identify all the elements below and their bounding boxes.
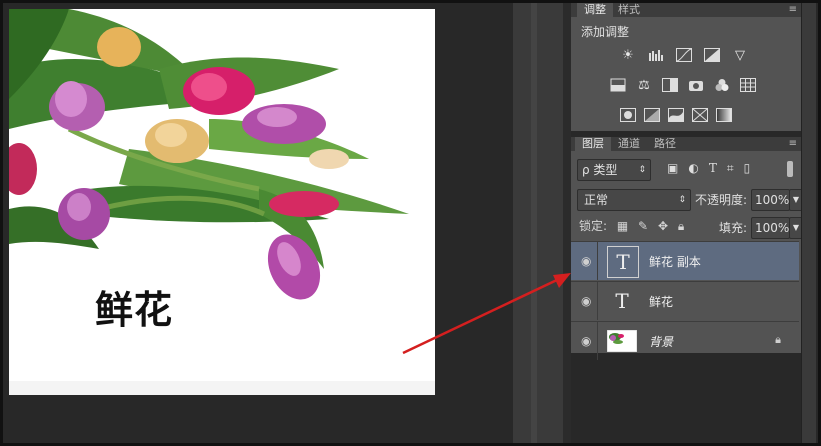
- adjustments-tabbar: 调整 样式 ≡: [571, 3, 803, 17]
- threshold-icon[interactable]: [667, 107, 685, 123]
- tulip-bouquet-image: [9, 9, 409, 300]
- panel-menu-icon[interactable]: ≡: [789, 137, 797, 151]
- levels-icon[interactable]: [647, 47, 665, 63]
- fill-input[interactable]: 100%: [751, 217, 790, 239]
- blend-mode-dropdown[interactable]: 正常 ⇕: [577, 189, 691, 211]
- type-filter-icon[interactable]: T: [709, 161, 717, 176]
- fill-value: 100%: [755, 221, 790, 235]
- canvas-text: 鲜花: [95, 288, 174, 332]
- layer-row-text[interactable]: ◉ T 鲜花: [571, 281, 799, 320]
- chevron-updown-icon: ⇕: [678, 195, 686, 205]
- panel-menu-icon[interactable]: ≡: [789, 3, 797, 17]
- photo-filter-icon[interactable]: [687, 77, 705, 93]
- filter-toggle-switch[interactable]: [787, 161, 793, 177]
- photoshop-window: 鲜花 调整 样式 ≡ 添加调整 ☀ ▽ ⚖ 图层 通道 路径 ≡ ρ 类型 ⇕ …: [0, 0, 821, 446]
- layer-row-text-copy[interactable]: ◉ T 鲜花 副本: [571, 241, 799, 280]
- hue-saturation-icon[interactable]: [609, 77, 627, 93]
- canvas-bottom-strip: [9, 381, 435, 395]
- channel-mixer-icon[interactable]: [713, 77, 731, 93]
- tab-styles[interactable]: 样式: [611, 3, 647, 17]
- shape-filter-icon[interactable]: ⌗: [727, 161, 734, 176]
- panel-dock-edge: [563, 3, 571, 443]
- opacity-input[interactable]: 100%: [751, 189, 790, 211]
- smart-object-filter-icon[interactable]: ▯: [744, 161, 751, 176]
- visibility-eye-icon[interactable]: ◉: [581, 254, 591, 268]
- add-adjustment-title: 添加调整: [581, 25, 630, 39]
- pixel-filter-icon[interactable]: ▣: [667, 161, 678, 176]
- layer-filter-icons: ▣ ◐ T ⌗ ▯: [667, 161, 750, 176]
- lock-icon: 🔒︎: [775, 333, 781, 346]
- lock-all-icon[interactable]: 🔒︎: [678, 219, 684, 233]
- invert-icon[interactable]: [619, 107, 637, 123]
- color-balance-icon[interactable]: ⚖: [635, 77, 653, 93]
- layer-name[interactable]: 背景: [649, 333, 673, 350]
- gradient-map-icon[interactable]: [715, 107, 733, 123]
- curves-icon[interactable]: [675, 47, 693, 63]
- visibility-eye-icon[interactable]: ◉: [581, 334, 591, 348]
- lock-transparent-icon[interactable]: ▦: [617, 219, 628, 233]
- adjustment-icons-row-2: ⚖: [609, 77, 757, 93]
- text-layer-thumbnail-icon: T: [615, 289, 629, 313]
- layer-name[interactable]: 鲜花 副本: [649, 253, 701, 270]
- lock-pixels-icon[interactable]: ✎: [638, 219, 648, 233]
- tab-layers[interactable]: 图层: [575, 137, 611, 151]
- lock-position-icon[interactable]: ✥: [658, 219, 668, 233]
- divider: [597, 282, 598, 320]
- layers-tabbar: 图层 通道 路径 ≡: [571, 137, 803, 151]
- exposure-icon[interactable]: [703, 47, 721, 63]
- blend-mode-value: 正常: [584, 193, 609, 207]
- layer-row-background[interactable]: ◉ 背景 🔒︎: [571, 321, 799, 360]
- adjustment-icons-row-3: [619, 107, 733, 123]
- background-thumbnail: [607, 326, 637, 356]
- adjustment-filter-icon[interactable]: ◐: [688, 161, 698, 176]
- selective-color-icon[interactable]: [691, 107, 709, 123]
- lock-row: 锁定: ▦ ✎ ✥ 🔒︎: [579, 217, 684, 234]
- brightness-icon[interactable]: ☀: [619, 47, 637, 63]
- opacity-value: 100%: [755, 193, 790, 207]
- tab-channels[interactable]: 通道: [611, 137, 647, 151]
- layer-filter-dropdown[interactable]: ρ 类型 ⇕: [577, 159, 651, 181]
- vibrance-icon[interactable]: ▽: [731, 47, 749, 63]
- lock-label: 锁定:: [579, 219, 608, 233]
- adjustment-icons-row-1: ☀ ▽: [619, 47, 749, 63]
- opacity-label: 不透明度:: [695, 193, 748, 207]
- text-layer-thumbnail-icon: T: [607, 246, 639, 278]
- posterize-icon[interactable]: [643, 107, 661, 123]
- layer-name[interactable]: 鲜花: [649, 293, 673, 310]
- fill-label: 填充:: [719, 221, 748, 235]
- layers-panel: 图层 通道 路径 ≡ ρ 类型 ⇕ ▣ ◐ T ⌗ ▯ 正常 ⇕ 不透明度: 1…: [571, 137, 803, 360]
- tab-paths[interactable]: 路径: [647, 137, 683, 151]
- chevron-updown-icon: ⇕: [638, 165, 646, 175]
- visibility-eye-icon[interactable]: ◉: [581, 294, 591, 308]
- workspace-divider: [531, 3, 537, 443]
- filter-kind-label: ρ 类型: [582, 163, 618, 177]
- adjustments-panel: 调整 样式 ≡ 添加调整 ☀ ▽ ⚖: [571, 3, 803, 131]
- black-white-icon[interactable]: [661, 77, 679, 93]
- tab-adjustments[interactable]: 调整: [577, 3, 613, 17]
- divider: [597, 242, 598, 280]
- color-lookup-icon[interactable]: [739, 77, 757, 93]
- document-canvas[interactable]: 鲜花: [9, 9, 435, 395]
- divider: [597, 322, 598, 360]
- panel-scrollbar[interactable]: [801, 3, 816, 443]
